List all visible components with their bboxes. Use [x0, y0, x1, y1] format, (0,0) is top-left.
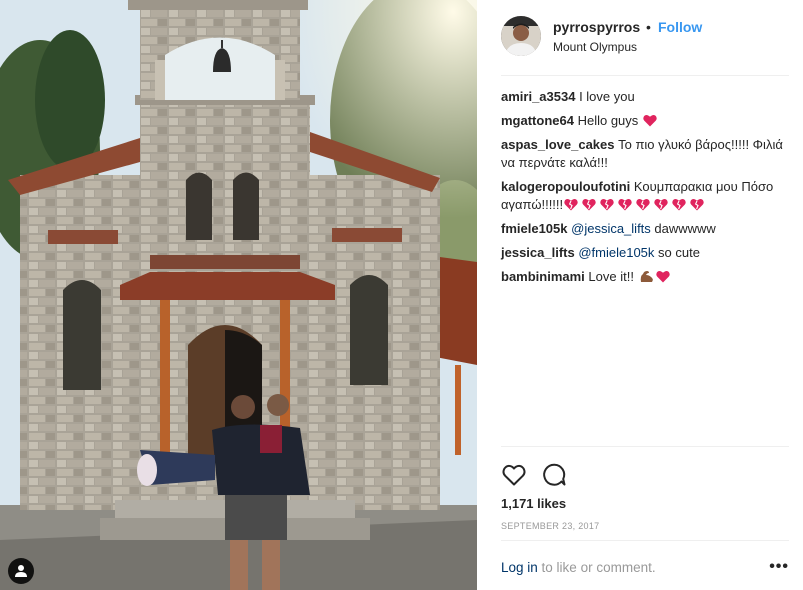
person-glyph: [15, 565, 27, 577]
broken-heart-emoji: [636, 199, 650, 211]
heart-outline-icon: [502, 464, 526, 486]
comment-item: aspas_love_cakes Το πιο γλυκό βάρος!!!!!…: [501, 136, 791, 172]
comment-author[interactable]: jessica_lifts: [501, 245, 575, 260]
like-button[interactable]: [501, 462, 527, 488]
separator-dot: •: [646, 19, 651, 35]
comment-author[interactable]: aspas_love_cakes: [501, 137, 614, 152]
comment-author[interactable]: mgattone64: [501, 113, 574, 128]
broken-heart-emoji: [672, 199, 686, 211]
user-tag-icon[interactable]: [8, 558, 34, 584]
post-photo[interactable]: [0, 0, 477, 590]
location-link[interactable]: Mount Olympus: [553, 40, 637, 54]
comment-bubble-icon: [543, 463, 566, 486]
broken-heart-emoji: [564, 199, 578, 211]
comment-item: mgattone64 Hello guys: [501, 112, 791, 130]
comment-author[interactable]: fmiele105k: [501, 221, 568, 236]
broken-heart-emoji: [654, 199, 668, 211]
red-heart-emoji: [643, 115, 657, 127]
comment-text: Hello guys: [573, 113, 642, 128]
broken-heart-emoji: [618, 199, 632, 211]
flexed-biceps-emoji: [640, 271, 653, 282]
post-date: SEPTEMBER 23, 2017: [501, 521, 600, 531]
comment-item: fmiele105k @jessica_lifts dawwwww: [501, 220, 791, 238]
comment-text: Love it!!: [584, 269, 638, 284]
comment-button[interactable]: [541, 462, 567, 488]
more-options-button[interactable]: •••: [769, 559, 789, 575]
comment-mention[interactable]: @jessica_lifts: [571, 221, 651, 236]
login-prompt: Log in to like or comment.: [501, 560, 656, 575]
actions-divider: [501, 446, 789, 447]
avatar-image: [501, 16, 541, 56]
header-divider: [501, 75, 789, 76]
comment-author[interactable]: bambinimami: [501, 269, 585, 284]
post-header: pyrrospyrros • Follow Mount Olympus: [477, 0, 803, 76]
comment-author[interactable]: kalogeropouloufotini: [501, 179, 630, 194]
comment-item: amiri_a3534 I love you: [501, 88, 791, 106]
comment-mention[interactable]: @fmiele105k: [578, 245, 654, 260]
comment-item: bambinimami Love it!!: [501, 268, 791, 286]
login-prompt-text: to like or comment.: [537, 560, 656, 575]
broken-heart-emoji: [582, 199, 596, 211]
post-details-panel: pyrrospyrros • Follow Mount Olympus amir…: [477, 0, 803, 590]
comment-list: amiri_a3534 I love you mgattone64 Hello …: [501, 88, 791, 292]
footer-divider: [501, 540, 789, 541]
follow-button[interactable]: Follow: [658, 19, 702, 35]
comment-author[interactable]: amiri_a3534: [501, 89, 575, 104]
chapel-scene-illustration: [0, 0, 477, 590]
avatar[interactable]: [501, 16, 541, 56]
broken-heart-emoji: [690, 199, 704, 211]
comment-text: I love you: [575, 89, 635, 104]
comment-item: kalogeropouloufotini Κουμπαρακια μου Πόσ…: [501, 178, 791, 214]
red-heart-emoji: [655, 271, 670, 283]
login-link[interactable]: Log in: [501, 560, 538, 575]
broken-heart-emoji-group: [563, 197, 707, 212]
comment-item: jessica_lifts @fmiele105k so cute: [501, 244, 791, 262]
comment-text: so cute: [654, 245, 700, 260]
broken-heart-emoji: [600, 199, 614, 211]
likes-count[interactable]: 1,171 likes: [501, 496, 566, 511]
comment-text: dawwwww: [650, 221, 716, 236]
username-link[interactable]: pyrrospyrros: [553, 19, 640, 35]
